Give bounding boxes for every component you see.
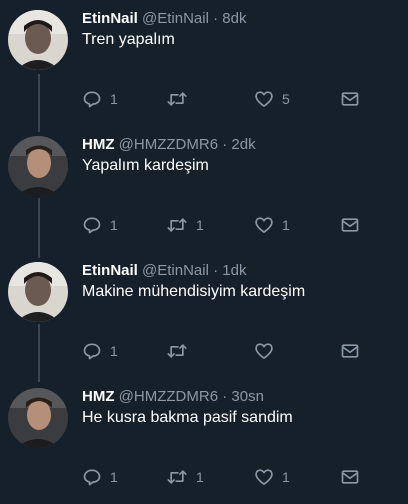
timestamp[interactable]: 30sn (231, 388, 264, 405)
retweet-icon (167, 470, 187, 484)
handle[interactable]: @HMZZDMR6 (119, 136, 218, 153)
heart-icon (255, 91, 273, 107)
display-name[interactable]: HMZ (82, 388, 115, 405)
retweet-icon (167, 92, 187, 106)
reply-icon (83, 217, 101, 234)
retweet-button[interactable] (166, 340, 196, 362)
reply-count: 1 (110, 217, 118, 233)
tweet[interactable]: HMZ @HMZZDMR6 · 2dk Yapalım kardeşim 1 1… (0, 126, 408, 252)
like-button[interactable]: 5 (254, 88, 290, 110)
retweet-button[interactable] (166, 88, 196, 110)
like-button[interactable] (254, 340, 282, 362)
tweet-actions: 1 5 (82, 88, 372, 110)
reply-button[interactable]: 1 (82, 466, 118, 488)
reply-count: 1 (110, 343, 118, 359)
heart-icon (255, 343, 273, 359)
retweet-icon (167, 344, 187, 358)
tweet-text: Yapalım kardeşim (82, 157, 209, 174)
tweet[interactable]: EtinNail @EtinNail · 8dk Tren yapalım 1 … (0, 0, 408, 126)
retweet-icon (167, 218, 187, 232)
reply-icon (83, 91, 101, 108)
like-button[interactable]: 1 (254, 214, 290, 236)
tweet-header: HMZ @HMZZDMR6 · 30sn (82, 388, 264, 405)
reply-button[interactable]: 1 (82, 214, 118, 236)
display-name[interactable]: EtinNail (82, 262, 138, 279)
timestamp[interactable]: 8dk (222, 10, 246, 27)
retweet-button[interactable]: 1 (166, 466, 204, 488)
tweet-actions: 1 (82, 340, 372, 362)
retweet-count: 1 (196, 217, 204, 233)
reply-count: 1 (110, 469, 118, 485)
like-button[interactable]: 1 (254, 466, 290, 488)
reply-button[interactable]: 1 (82, 340, 118, 362)
handle[interactable]: @EtinNail (142, 262, 209, 279)
dm-button[interactable] (340, 214, 360, 236)
envelope-icon (341, 470, 359, 484)
tweet-text: He kusra bakma pasif sandim (82, 409, 293, 426)
like-count: 1 (282, 217, 290, 233)
avatar[interactable] (8, 388, 68, 448)
like-count: 5 (282, 91, 290, 107)
reply-icon (83, 469, 101, 486)
tweet[interactable]: EtinNail @EtinNail · 1dk Makine mühendis… (0, 252, 408, 378)
reply-icon (83, 343, 101, 360)
like-count: 1 (282, 469, 290, 485)
separator: · (208, 10, 223, 27)
avatar[interactable] (8, 10, 68, 70)
retweet-count: 1 (196, 469, 204, 485)
tweet-actions: 1 1 1 (82, 214, 372, 236)
separator: · (218, 388, 232, 405)
tweet-header: EtinNail @EtinNail · 8dk (82, 10, 246, 27)
timestamp[interactable]: 1dk (222, 262, 246, 279)
envelope-icon (341, 218, 359, 232)
display-name[interactable]: HMZ (82, 136, 115, 153)
heart-icon (255, 469, 273, 485)
dm-button[interactable] (340, 340, 360, 362)
timestamp[interactable]: 2dk (231, 136, 255, 153)
reply-count: 1 (110, 91, 118, 107)
dm-button[interactable] (340, 466, 360, 488)
envelope-icon (341, 92, 359, 106)
handle[interactable]: @EtinNail (142, 10, 209, 27)
tweet[interactable]: HMZ @HMZZDMR6 · 30sn He kusra bakma pasi… (0, 378, 408, 504)
separator: · (218, 136, 232, 153)
handle[interactable]: @HMZZDMR6 (119, 388, 218, 405)
separator: · (208, 262, 223, 279)
envelope-icon (341, 344, 359, 358)
dm-button[interactable] (340, 88, 360, 110)
reply-button[interactable]: 1 (82, 88, 118, 110)
tweet-actions: 1 1 1 (82, 466, 372, 488)
display-name[interactable]: EtinNail (82, 10, 138, 27)
tweet-header: HMZ @HMZZDMR6 · 2dk (82, 136, 256, 153)
avatar[interactable] (8, 136, 68, 196)
retweet-button[interactable]: 1 (166, 214, 204, 236)
heart-icon (255, 217, 273, 233)
tweet-text: Tren yapalım (82, 31, 175, 48)
avatar[interactable] (8, 262, 68, 322)
tweet-text: Makine mühendisiyim kardeşim (82, 283, 306, 300)
tweet-header: EtinNail @EtinNail · 1dk (82, 262, 246, 279)
